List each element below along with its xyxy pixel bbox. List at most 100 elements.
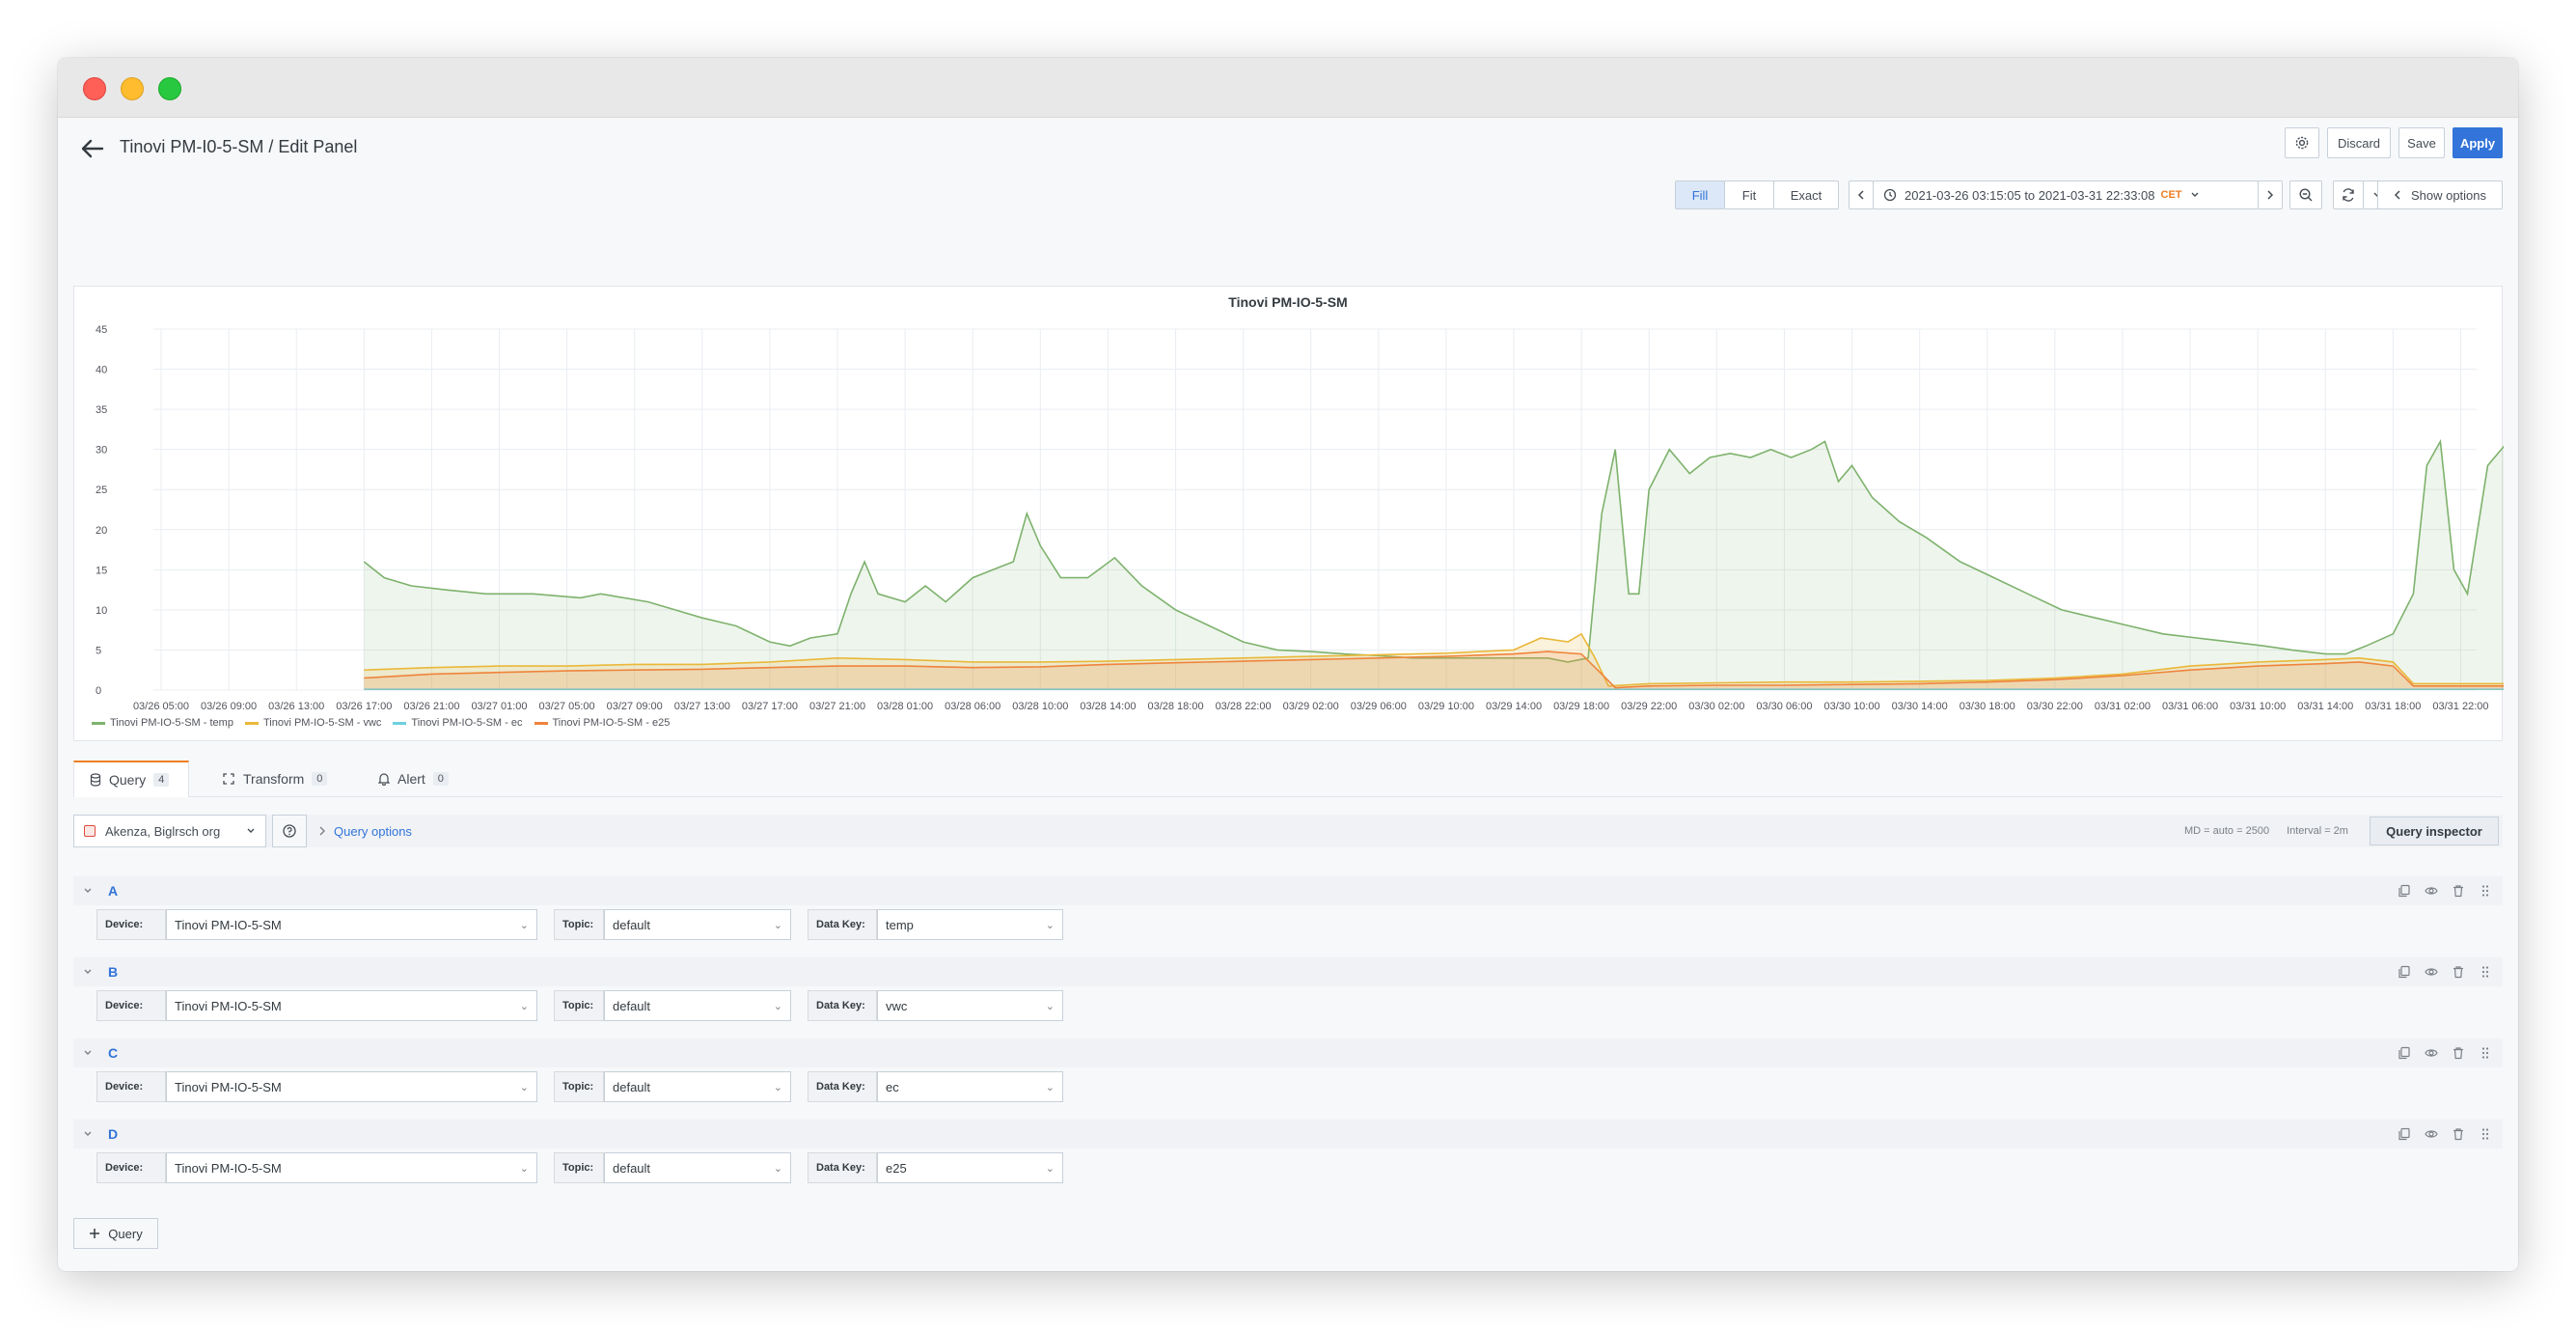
drag-handle-icon	[2481, 1128, 2489, 1140]
fit-toggle-button[interactable]: Fit	[1724, 180, 1774, 209]
topic-select[interactable]: default ⌄	[604, 1152, 791, 1183]
drag-handle-button[interactable]	[2478, 964, 2493, 980]
duplicate-query-button[interactable]	[2397, 883, 2412, 899]
show-options-button[interactable]: Show options	[2377, 180, 2503, 209]
legend-swatch	[393, 721, 407, 725]
query-actions	[2397, 876, 2493, 905]
collapse-query-button[interactable]	[79, 957, 96, 986]
copy-icon	[2398, 965, 2410, 979]
delete-query-button[interactable]	[2451, 883, 2466, 899]
chevron-down-icon: ⌄	[773, 919, 782, 931]
chevron-down-icon: ⌄	[773, 1000, 782, 1012]
exact-toggle-button[interactable]: Exact	[1773, 180, 1839, 209]
panel-settings-button[interactable]	[2285, 127, 2319, 158]
drag-handle-button[interactable]	[2478, 1126, 2493, 1142]
query-editor-fields: Device: Tinovi PM-IO-5-SM ⌄ Topic: defau…	[73, 1071, 2503, 1102]
x-tick-label: 03/30 14:00	[1892, 701, 1948, 711]
toggle-query-visibility-button[interactable]	[2424, 964, 2439, 980]
data-key-select[interactable]: ec ⌄	[877, 1071, 1063, 1102]
device-select[interactable]: Tinovi PM-IO-5-SM ⌄	[166, 1152, 537, 1183]
legend-item[interactable]: Tinovi PM-IO-5-SM - vwc	[244, 717, 381, 729]
device-select[interactable]: Tinovi PM-IO-5-SM ⌄	[166, 990, 537, 1021]
time-shift-forward-button[interactable]	[2258, 180, 2283, 209]
copy-icon	[2398, 1127, 2410, 1141]
chevron-down-icon: ⌄	[1045, 1081, 1055, 1094]
device-select[interactable]: Tinovi PM-IO-5-SM ⌄	[166, 909, 537, 940]
eye-icon	[2425, 968, 2438, 976]
datasource-help-button[interactable]	[272, 815, 307, 847]
refresh-button[interactable]	[2333, 180, 2364, 209]
device-label: Device:	[96, 1071, 166, 1102]
legend-label: Tinovi PM-IO-5-SM - e25	[552, 717, 671, 729]
legend-item[interactable]: Tinovi PM-IO-5-SM - temp	[92, 717, 233, 729]
topic-select[interactable]: default ⌄	[604, 909, 791, 940]
x-tick-label: 03/30 18:00	[1959, 701, 2015, 711]
drag-handle-button[interactable]	[2478, 1045, 2493, 1061]
legend-item[interactable]: Tinovi PM-IO-5-SM - e25	[534, 717, 671, 729]
drag-handle-icon	[2481, 1047, 2489, 1059]
query-options-toggle[interactable]: Query options	[318, 815, 412, 847]
query-letter[interactable]: A	[108, 876, 118, 905]
collapse-query-button[interactable]	[79, 876, 96, 905]
data-key-select[interactable]: e25 ⌄	[877, 1152, 1063, 1183]
x-tick-label: 03/27 09:00	[607, 701, 663, 711]
back-arrow-icon[interactable]	[79, 137, 106, 160]
duplicate-query-button[interactable]	[2397, 1126, 2412, 1142]
delete-query-button[interactable]	[2451, 1045, 2466, 1061]
data-key-select[interactable]: vwc ⌄	[877, 990, 1063, 1021]
query-letter[interactable]: C	[108, 1038, 118, 1067]
device-select[interactable]: Tinovi PM-IO-5-SM ⌄	[166, 1071, 537, 1102]
time-series-chart[interactable]: 0 5 10 15 20 25 30 35 40 45 03/26 05:00 03/26 09:00…	[74, 287, 2504, 711]
tab-transform-label: Transform	[243, 771, 305, 787]
toggle-query-visibility-button[interactable]	[2424, 1045, 2439, 1061]
data-key-value: temp	[886, 917, 914, 932]
query-letter[interactable]: D	[108, 1120, 118, 1149]
close-window-button[interactable]	[83, 77, 106, 100]
x-tick-label: 03/27 17:00	[742, 701, 798, 711]
tab-query[interactable]: Query 4	[73, 761, 189, 797]
x-tick-label: 03/26 21:00	[403, 701, 459, 711]
fill-toggle-button[interactable]: Fill	[1675, 180, 1725, 209]
toggle-query-visibility-button[interactable]	[2424, 883, 2439, 899]
tab-alert[interactable]: Alert 0	[363, 761, 464, 797]
chevron-down-icon: ⌄	[1045, 1162, 1055, 1175]
add-query-button[interactable]: Query	[73, 1218, 158, 1249]
x-tick-label: 03/27 21:00	[809, 701, 865, 711]
time-range-picker[interactable]: 2021-03-26 03:15:05 to 2021-03-31 22:33:…	[1873, 180, 2259, 209]
duplicate-query-button[interactable]	[2397, 1045, 2412, 1061]
query-letter[interactable]: B	[108, 957, 118, 986]
minimize-window-button[interactable]	[121, 77, 144, 100]
drag-handle-button[interactable]	[2478, 883, 2493, 899]
query-inspector-button[interactable]: Query inspector	[2370, 817, 2499, 845]
toggle-query-visibility-button[interactable]	[2424, 1126, 2439, 1142]
delete-query-button[interactable]	[2451, 1126, 2466, 1142]
y-tick-label: 10	[96, 605, 107, 617]
datasource-select[interactable]: Akenza, Biglrsch org	[73, 815, 266, 847]
legend-item[interactable]: Tinovi PM-IO-5-SM - ec	[393, 717, 523, 729]
topic-value: default	[613, 1160, 651, 1176]
topic-select[interactable]: default ⌄	[604, 1071, 791, 1102]
save-button[interactable]: Save	[2398, 127, 2445, 158]
plus-icon	[90, 1229, 100, 1238]
chart-legend: Tinovi PM-IO-5-SM - temp Tinovi PM-IO-5-S…	[92, 717, 670, 729]
y-tick-label: 0	[96, 685, 101, 697]
chevron-left-icon	[1857, 190, 1864, 200]
chevron-down-icon	[84, 888, 92, 893]
zoom-out-button[interactable]	[2289, 180, 2322, 209]
maximize-window-button[interactable]	[158, 77, 181, 100]
collapse-query-button[interactable]	[79, 1038, 96, 1067]
data-key-select[interactable]: temp ⌄	[877, 909, 1063, 940]
eye-icon	[2425, 887, 2438, 895]
discard-button[interactable]: Discard	[2327, 127, 2391, 158]
duplicate-query-button[interactable]	[2397, 964, 2412, 980]
delete-query-button[interactable]	[2451, 964, 2466, 980]
time-shift-back-button[interactable]	[1849, 180, 1874, 209]
collapse-query-button[interactable]	[79, 1120, 96, 1149]
apply-button[interactable]: Apply	[2453, 127, 2503, 158]
device-label: Device:	[96, 909, 166, 940]
chevron-down-icon: ⌄	[519, 1000, 529, 1012]
data-key-label: Data Key:	[808, 909, 877, 940]
tab-transform[interactable]: Transform 0	[206, 761, 343, 797]
topic-select[interactable]: default ⌄	[604, 990, 791, 1021]
query-row: B Device: Tinovi PM-IO-5-SM ⌄ Topic: def…	[73, 957, 2503, 1021]
